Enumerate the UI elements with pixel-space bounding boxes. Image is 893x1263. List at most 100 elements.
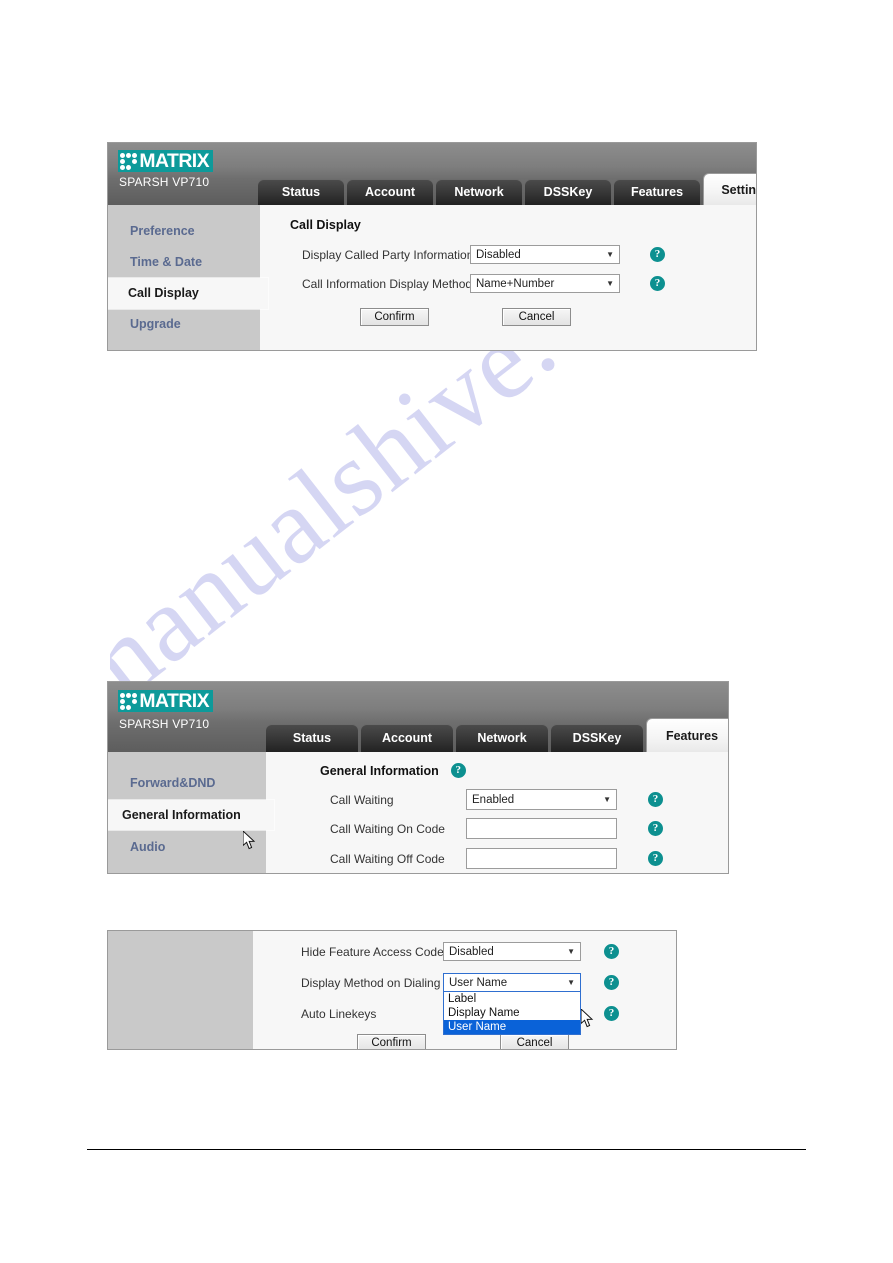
form-row-call-information-display-method: Call Information Display Method Name+Num… bbox=[260, 271, 756, 296]
logo-wordmark: MATRIX bbox=[139, 150, 210, 172]
cancel-button[interactable]: Cancel bbox=[500, 1034, 569, 1049]
dropdown-option-display-name[interactable]: Display Name bbox=[444, 1006, 580, 1020]
select-value: Enabled bbox=[472, 794, 515, 806]
section-title-general-information: General Information ? bbox=[320, 763, 728, 778]
label-display-method-on-dialing: Display Method on Dialing bbox=[301, 975, 441, 990]
help-icon[interactable]: ? bbox=[604, 1006, 619, 1021]
screenshot-panel-features-display-method: Hide Feature Access Codes Disabled ▼ ? D… bbox=[107, 930, 677, 1050]
panel-body: Preference Time & Date Call Display Upgr… bbox=[108, 205, 756, 350]
form-row-call-waiting: Call Waiting Enabled ▼ ? bbox=[266, 787, 728, 812]
tab-status[interactable]: Status bbox=[258, 179, 344, 205]
help-icon[interactable]: ? bbox=[648, 821, 663, 836]
button-row: Confirm Cancel bbox=[253, 1034, 676, 1049]
help-icon[interactable]: ? bbox=[604, 975, 619, 990]
input-call-waiting-on-code[interactable] bbox=[466, 818, 617, 839]
select-value: User Name bbox=[449, 977, 508, 989]
tab-features[interactable]: Features bbox=[614, 179, 700, 205]
tab-bar: Status Account Network DSSKey Features bbox=[266, 718, 728, 752]
tab-status[interactable]: Status bbox=[266, 724, 358, 752]
field-display-method-on-dialing: User Name ▼ Label Display Name User Name bbox=[443, 973, 581, 1035]
input-call-waiting-off-code[interactable] bbox=[466, 848, 617, 869]
tab-network[interactable]: Network bbox=[456, 724, 548, 752]
footer-divider bbox=[87, 1149, 806, 1150]
tab-account[interactable]: Account bbox=[347, 179, 433, 205]
help-icon[interactable]: ? bbox=[648, 851, 663, 866]
tab-dsskey[interactable]: DSSKey bbox=[551, 724, 643, 752]
confirm-button[interactable]: Confirm bbox=[360, 308, 429, 326]
section-title-call-display: Call Display bbox=[290, 218, 756, 232]
tab-bar: Status Account Network DSSKey Features S… bbox=[258, 173, 756, 205]
label-hide-feature-access-codes: Hide Feature Access Codes bbox=[301, 944, 450, 959]
chevron-down-icon: ▼ bbox=[606, 278, 614, 288]
sidebar: Forward&DND General Information Audio bbox=[108, 752, 274, 873]
field-display-called-party-information: Disabled ▼ bbox=[470, 245, 620, 264]
tab-dsskey[interactable]: DSSKey bbox=[525, 179, 611, 205]
dropdown-options-list: Label Display Name User Name bbox=[443, 992, 581, 1035]
form-row-call-waiting-on-code: Call Waiting On Code ? bbox=[266, 816, 728, 841]
section-title-label: Call Display bbox=[290, 218, 361, 232]
logo-wordmark: MATRIX bbox=[139, 690, 210, 712]
chevron-down-icon: ▼ bbox=[606, 249, 614, 259]
form-row-call-waiting-off-code: Call Waiting Off Code ? bbox=[266, 846, 728, 871]
device-model-label: SPARSH VP710 bbox=[119, 175, 210, 189]
matrix-dot-grid-icon bbox=[120, 692, 137, 710]
dropdown-option-label[interactable]: Label bbox=[444, 992, 580, 1006]
button-row: Confirm Cancel bbox=[260, 308, 756, 326]
sidebar-item-audio[interactable]: Audio bbox=[108, 830, 266, 864]
tab-account[interactable]: Account bbox=[361, 724, 453, 752]
help-icon[interactable]: ? bbox=[648, 792, 663, 807]
form-row-display-called-party: Display Called Party Information Disable… bbox=[260, 242, 756, 267]
select-value: Disabled bbox=[476, 249, 521, 261]
cancel-button[interactable]: Cancel bbox=[502, 308, 571, 326]
tab-settings[interactable]: Settings bbox=[703, 173, 756, 205]
tab-features[interactable]: Features bbox=[646, 718, 728, 752]
label-call-waiting-on-code: Call Waiting On Code bbox=[330, 821, 445, 836]
matrix-dot-grid-icon bbox=[120, 152, 137, 170]
sidebar-item-forward-and-dnd[interactable]: Forward&DND bbox=[108, 766, 266, 800]
select-display-called-party-information[interactable]: Disabled ▼ bbox=[470, 245, 620, 264]
help-icon[interactable]: ? bbox=[604, 944, 619, 959]
dropdown-option-user-name[interactable]: User Name bbox=[444, 1020, 580, 1034]
sidebar-item-general-information[interactable]: General Information bbox=[108, 800, 274, 830]
field-hide-feature-access-codes: Disabled ▼ bbox=[443, 942, 581, 961]
panel-content: Hide Feature Access Codes Disabled ▼ ? D… bbox=[253, 931, 676, 1049]
chevron-down-icon: ▼ bbox=[567, 977, 575, 987]
select-call-waiting[interactable]: Enabled ▼ bbox=[466, 789, 617, 810]
field-call-information-display-method: Name+Number ▼ bbox=[470, 274, 620, 293]
sidebar-item-time-and-date[interactable]: Time & Date bbox=[108, 247, 260, 278]
matrix-logo: MATRIX bbox=[118, 690, 214, 712]
field-call-waiting-off-code bbox=[466, 848, 617, 869]
field-call-waiting-on-code bbox=[466, 818, 617, 839]
help-icon[interactable]: ? bbox=[650, 276, 665, 291]
select-display-method-on-dialing[interactable]: User Name ▼ bbox=[443, 973, 581, 992]
tab-network[interactable]: Network bbox=[436, 179, 522, 205]
label-call-waiting-off-code: Call Waiting Off Code bbox=[330, 851, 445, 866]
panel-body: Hide Feature Access Codes Disabled ▼ ? D… bbox=[108, 931, 676, 1049]
select-value: Name+Number bbox=[476, 278, 555, 290]
panel-body: Forward&DND General Information Audio Ge… bbox=[108, 752, 728, 873]
confirm-button[interactable]: Confirm bbox=[357, 1034, 426, 1049]
panel-content: Call Display Display Called Party Inform… bbox=[260, 205, 756, 350]
help-icon[interactable]: ? bbox=[650, 247, 665, 262]
sidebar-item-call-display[interactable]: Call Display bbox=[108, 278, 268, 309]
screenshot-panel-features-general-information: MATRIX SPARSH VP710 Status Account Netwo… bbox=[107, 681, 729, 874]
sidebar bbox=[108, 931, 253, 1049]
field-call-waiting: Enabled ▼ bbox=[466, 789, 617, 810]
sidebar: Preference Time & Date Call Display Upgr… bbox=[108, 205, 268, 350]
watermark-text: manualshive.com bbox=[110, 330, 727, 739]
sidebar-item-upgrade[interactable]: Upgrade bbox=[108, 309, 260, 340]
device-model-label: SPARSH VP710 bbox=[119, 717, 210, 731]
select-call-information-display-method[interactable]: Name+Number ▼ bbox=[470, 274, 620, 293]
select-value: Disabled bbox=[449, 946, 494, 958]
sidebar-item-preference[interactable]: Preference bbox=[108, 216, 260, 247]
panel-header: MATRIX SPARSH VP710 Status Account Netwo… bbox=[108, 143, 756, 205]
label-auto-linekeys: Auto Linekeys bbox=[301, 1006, 377, 1021]
panel-header: MATRIX SPARSH VP710 Status Account Netwo… bbox=[108, 682, 728, 752]
matrix-logo: MATRIX bbox=[118, 150, 214, 172]
label-display-called-party-information: Display Called Party Information bbox=[302, 247, 474, 262]
chevron-down-icon: ▼ bbox=[603, 794, 611, 804]
select-hide-feature-access-codes[interactable]: Disabled ▼ bbox=[443, 942, 581, 961]
label-call-waiting: Call Waiting bbox=[330, 792, 394, 807]
form-row-display-method-on-dialing: Display Method on Dialing User Name ▼ La… bbox=[253, 970, 676, 1035]
help-icon[interactable]: ? bbox=[450, 763, 466, 778]
